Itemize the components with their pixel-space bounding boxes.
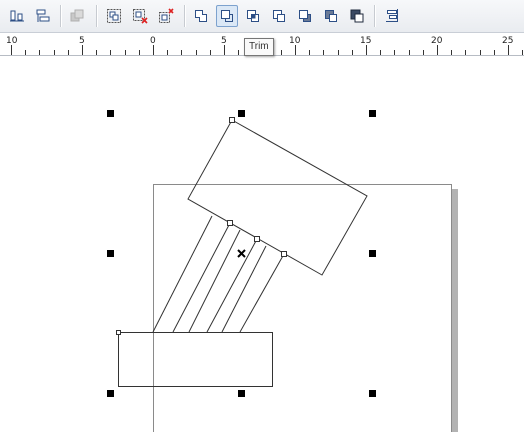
- intersect-icon: [247, 10, 259, 22]
- ungroup-all-button[interactable]: [155, 5, 177, 27]
- front-minus-back-button[interactable]: [294, 5, 316, 27]
- selection-handle[interactable]: [369, 250, 376, 257]
- base-rectangle[interactable]: [118, 332, 273, 387]
- connector-line[interactable]: [221, 245, 267, 333]
- page-shadow: [452, 189, 458, 432]
- back-minus-front-button[interactable]: [320, 5, 342, 27]
- trim-button[interactable]: [216, 5, 238, 27]
- align-options-icon: [386, 9, 398, 22]
- toolbar: [0, 0, 524, 33]
- ruler-label: 25: [502, 36, 514, 46]
- ungroup-all-icon: [159, 8, 174, 23]
- selection-handle[interactable]: [107, 390, 114, 397]
- ruler-label: 0: [150, 36, 156, 46]
- weld-icon: [195, 10, 207, 22]
- ruler-label: 10: [289, 36, 301, 46]
- node-marker[interactable]: [227, 220, 233, 226]
- selection-handle[interactable]: [107, 250, 114, 257]
- align-distribute-icon: [10, 10, 24, 22]
- ungroup-button[interactable]: [129, 5, 151, 27]
- intersect-button[interactable]: [242, 5, 264, 27]
- node-marker[interactable]: [116, 330, 121, 335]
- align-options-button[interactable]: [381, 5, 403, 27]
- align-distribute-button[interactable]: [6, 5, 28, 27]
- order-button[interactable]: [32, 5, 54, 27]
- toolbar-separator: [184, 5, 185, 27]
- connector-line[interactable]: [239, 253, 285, 333]
- selection-handle[interactable]: [107, 110, 114, 117]
- create-boundary-button[interactable]: [346, 5, 368, 27]
- create-boundary-icon: [350, 9, 364, 23]
- simplify-button[interactable]: [268, 5, 290, 27]
- selection-handle[interactable]: [238, 390, 245, 397]
- selection-handle[interactable]: [369, 110, 376, 117]
- combine-disabled-icon: [70, 9, 84, 22]
- back-minus-front-icon: [325, 10, 337, 22]
- ruler-label: 5: [221, 36, 227, 46]
- page-border: [153, 184, 452, 432]
- center-x-marker-icon[interactable]: [237, 249, 246, 258]
- ruler-label: 20: [431, 36, 443, 46]
- trim-tooltip: Trim: [244, 38, 274, 56]
- selection-handle[interactable]: [238, 110, 245, 117]
- weld-button[interactable]: [190, 5, 212, 27]
- group-button[interactable]: [103, 5, 125, 27]
- combine-button[interactable]: [66, 5, 88, 27]
- group-icon: [107, 9, 121, 23]
- node-marker[interactable]: [254, 236, 260, 242]
- toolbar-separator: [96, 5, 97, 27]
- node-marker[interactable]: [229, 117, 235, 123]
- ungroup-icon: [133, 9, 148, 24]
- simplify-icon: [273, 10, 285, 22]
- ruler-label: 5: [79, 36, 85, 46]
- toolbar-separator: [60, 5, 61, 27]
- trim-icon: [221, 10, 233, 22]
- node-marker[interactable]: [281, 251, 287, 257]
- drawing-surface: [107, 110, 458, 432]
- ruler-label: 15: [360, 36, 372, 46]
- selection-handle[interactable]: [369, 390, 376, 397]
- toolbar-separator: [374, 5, 375, 27]
- ruler-label: 10: [6, 36, 18, 46]
- drawing-canvas[interactable]: [0, 56, 524, 432]
- front-minus-back-icon: [299, 10, 311, 22]
- connector-line[interactable]: [172, 222, 231, 333]
- order-layers-icon: [36, 9, 50, 22]
